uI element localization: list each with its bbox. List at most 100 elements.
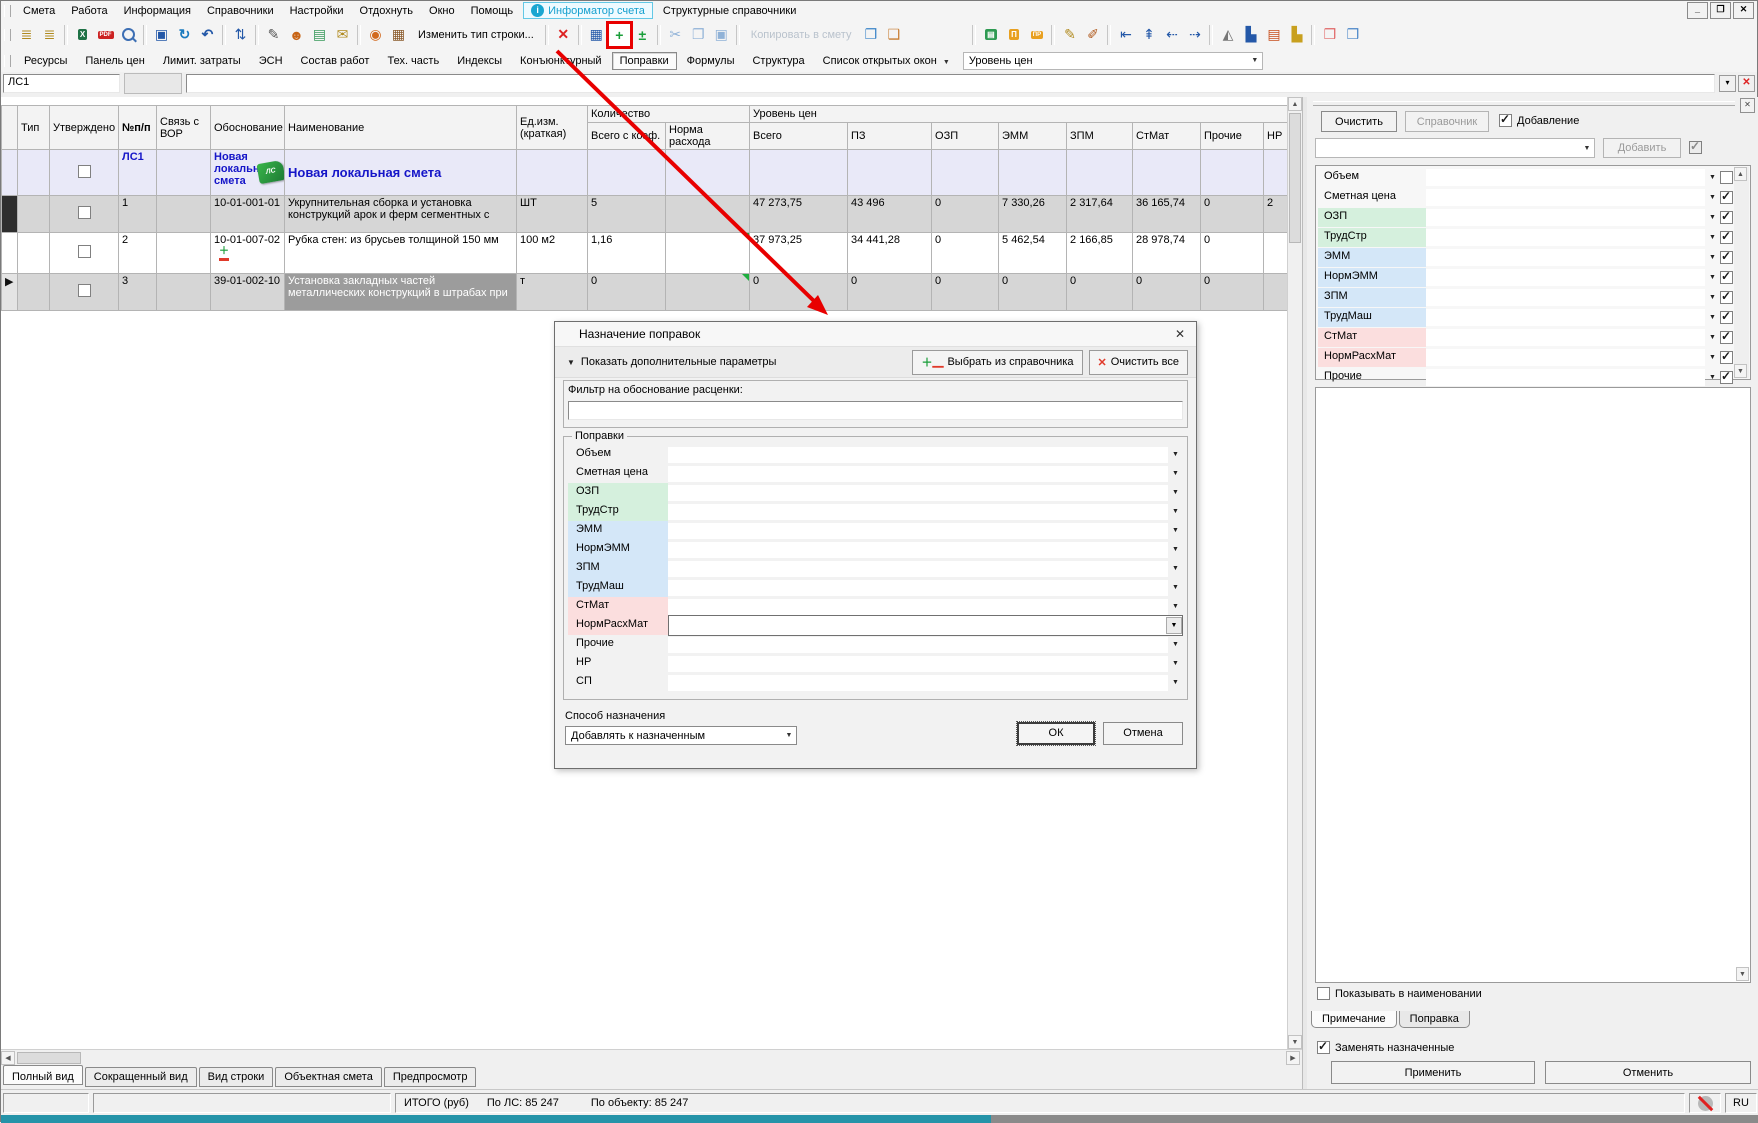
plus-minus-icon[interactable]: ± bbox=[632, 24, 653, 46]
field-combo[interactable] bbox=[668, 561, 1168, 577]
cell-vor[interactable] bbox=[157, 233, 211, 274]
ok-button[interactable]: ОК bbox=[1017, 722, 1095, 745]
scrollbar-thumb[interactable] bbox=[17, 1052, 81, 1064]
menu-spravochniki[interactable]: Справочники bbox=[199, 4, 282, 18]
field-combo[interactable] bbox=[668, 504, 1168, 520]
scroll-down-icon[interactable]: ▼ bbox=[1734, 364, 1747, 378]
cell-zpm[interactable]: 2 317,64 bbox=[1067, 196, 1133, 233]
row-selector[interactable] bbox=[2, 196, 18, 233]
language-indicator[interactable]: RU bbox=[1725, 1093, 1757, 1113]
cell-nr[interactable] bbox=[1264, 274, 1287, 311]
toolbar-grip[interactable] bbox=[4, 29, 11, 41]
field-combo[interactable] bbox=[668, 447, 1168, 463]
truck-icon[interactable]: ▙ bbox=[1240, 24, 1261, 46]
field-combo[interactable] bbox=[668, 580, 1168, 596]
row-selector[interactable] bbox=[2, 233, 18, 274]
tab-polnyj-vid[interactable]: Полный вид bbox=[3, 1065, 83, 1085]
formula-input[interactable] bbox=[186, 74, 1715, 93]
chevron-down-icon[interactable] bbox=[1705, 374, 1720, 381]
show-in-name-checkbox[interactable]: Показывать в наименовании bbox=[1317, 987, 1482, 1000]
row-value-combo[interactable] bbox=[1426, 249, 1705, 266]
cell-vor[interactable] bbox=[157, 196, 211, 233]
book-icon[interactable]: ▤ bbox=[980, 24, 1001, 46]
row-value-combo[interactable] bbox=[1426, 369, 1705, 386]
cell-vsego[interactable]: 37 973,25 bbox=[750, 233, 848, 274]
chevron-down-icon[interactable]: ▼ bbox=[782, 732, 796, 739]
cell-emm[interactable]: 7 330,26 bbox=[999, 196, 1067, 233]
menu-pomosch[interactable]: Помощь bbox=[463, 4, 522, 18]
clipboard-icon[interactable]: ❑ bbox=[883, 24, 904, 46]
list-item[interactable]: СтМат bbox=[1318, 328, 1733, 347]
menu-otdohnut[interactable]: Отдохнуть bbox=[352, 4, 422, 18]
scroll-right-icon[interactable]: ▶ bbox=[1286, 1051, 1300, 1065]
replace-assigned-checkbox[interactable]: Заменять назначенные bbox=[1317, 1041, 1454, 1054]
tab-vid-stroki[interactable]: Вид строки bbox=[199, 1067, 274, 1087]
cell-pz[interactable]: 43 496 bbox=[848, 196, 932, 233]
tab-formuly[interactable]: Формулы bbox=[679, 52, 743, 70]
cell-name[interactable]: Установка закладных частей металлических… bbox=[285, 274, 517, 311]
tab-sokraschennyj-vid[interactable]: Сокращенный вид bbox=[85, 1067, 197, 1087]
cell-num[interactable]: 1 bbox=[119, 196, 157, 233]
list-item[interactable]: ТрудСтр bbox=[1318, 228, 1733, 247]
field-combo-focused[interactable]: ▼ bbox=[668, 615, 1183, 636]
cell-prochie[interactable]: 0 bbox=[1201, 196, 1264, 233]
list-item[interactable]: ЗПМ bbox=[1318, 288, 1733, 307]
dialog-close-icon[interactable]: ✕ bbox=[1172, 327, 1188, 341]
cell-nr[interactable] bbox=[1264, 233, 1287, 274]
table-row-2[interactable]: 2 10-01-007-02 ＋▬ Рубка стен: из брусьев… bbox=[2, 233, 1288, 274]
cell-tip[interactable] bbox=[18, 274, 50, 311]
comment-badge-icon[interactable]: ✉ bbox=[332, 24, 353, 46]
approved-checkbox[interactable] bbox=[50, 196, 119, 233]
cell-justification[interactable]: Новая локальная смета ЛС bbox=[211, 150, 285, 196]
menu-informer-scheta[interactable]: i Информатор счета bbox=[523, 2, 653, 19]
cell-pz[interactable]: 34 441,28 bbox=[848, 233, 932, 274]
cell-stmat[interactable]: 28 978,74 bbox=[1133, 233, 1201, 274]
row-checkbox[interactable] bbox=[1720, 311, 1733, 324]
grid-horizontal-scrollbar[interactable]: ◀ ▶ bbox=[1, 1049, 1302, 1066]
row-checkbox[interactable] bbox=[1720, 371, 1733, 384]
table-row-ls1[interactable]: ЛС1 Новая локальная смета ЛС Новая локал… bbox=[2, 150, 1288, 196]
user-badge-icon[interactable]: ☻ bbox=[286, 24, 307, 46]
search-icon[interactable] bbox=[118, 24, 139, 46]
refresh-icon[interactable]: ↻ bbox=[174, 24, 195, 46]
list-item[interactable]: Объем bbox=[1318, 168, 1733, 187]
name-box-input[interactable]: ЛС1 bbox=[3, 74, 120, 93]
list-item[interactable]: ОЗП bbox=[1318, 208, 1733, 227]
cell-qty[interactable]: 5 bbox=[588, 196, 666, 233]
chevron-down-icon[interactable] bbox=[1168, 527, 1183, 534]
page-pr-icon[interactable]: ПР bbox=[1026, 24, 1047, 46]
add-button[interactable]: Добавить bbox=[1603, 138, 1681, 158]
indent-icon[interactable]: ⇢ bbox=[1184, 24, 1205, 46]
tab-esn[interactable]: ЭСН bbox=[251, 52, 291, 70]
copy-stack-icon[interactable]: ❐ bbox=[860, 24, 881, 46]
row-checkbox[interactable] bbox=[1720, 231, 1733, 244]
calculator-icon[interactable]: ▦ bbox=[586, 24, 607, 46]
approved-checkbox[interactable] bbox=[50, 150, 119, 196]
row-checkbox[interactable] bbox=[1720, 331, 1733, 344]
page-p-icon[interactable]: П bbox=[1003, 24, 1024, 46]
cell-name[interactable]: Новая локальная смета bbox=[285, 150, 517, 196]
cell-norm[interactable] bbox=[666, 233, 750, 274]
cell-prochie[interactable]: 0 bbox=[1201, 274, 1264, 311]
chevron-down-icon[interactable] bbox=[1705, 194, 1720, 201]
cell-justification[interactable]: 10-01-007-02 ＋▬ bbox=[211, 233, 285, 274]
reference-button[interactable]: Справочник bbox=[1405, 111, 1489, 132]
table-row-3[interactable]: ▶ 3 39-01-002-10 Установка закладных час… bbox=[2, 274, 1288, 311]
outdent-icon[interactable]: ⇠ bbox=[1161, 24, 1182, 46]
paste-icon[interactable]: ▣ bbox=[711, 24, 732, 46]
delete-icon[interactable]: ✕ bbox=[553, 24, 574, 46]
cell-name[interactable]: Рубка стен: из брусьев толщиной 150 мм bbox=[285, 233, 517, 274]
tab-predprosmotr[interactable]: Предпросмотр bbox=[384, 1067, 477, 1087]
cell-justification[interactable]: 39-01-002-10 bbox=[211, 274, 285, 311]
clear-button[interactable]: Очистить bbox=[1321, 111, 1397, 132]
chevron-down-icon[interactable] bbox=[1705, 314, 1720, 321]
clear-formula-button[interactable]: ✕ bbox=[1738, 75, 1755, 92]
row-selector[interactable] bbox=[2, 150, 18, 196]
row-value-combo[interactable] bbox=[1426, 329, 1705, 346]
chevron-down-icon[interactable] bbox=[1705, 334, 1720, 341]
current-row-marker[interactable]: ▶ bbox=[2, 274, 18, 311]
cancel-button[interactable]: Отменить bbox=[1545, 1061, 1751, 1084]
approved-checkbox[interactable] bbox=[50, 274, 119, 311]
chevron-down-icon[interactable] bbox=[1168, 470, 1183, 477]
filter-input[interactable] bbox=[568, 401, 1183, 420]
